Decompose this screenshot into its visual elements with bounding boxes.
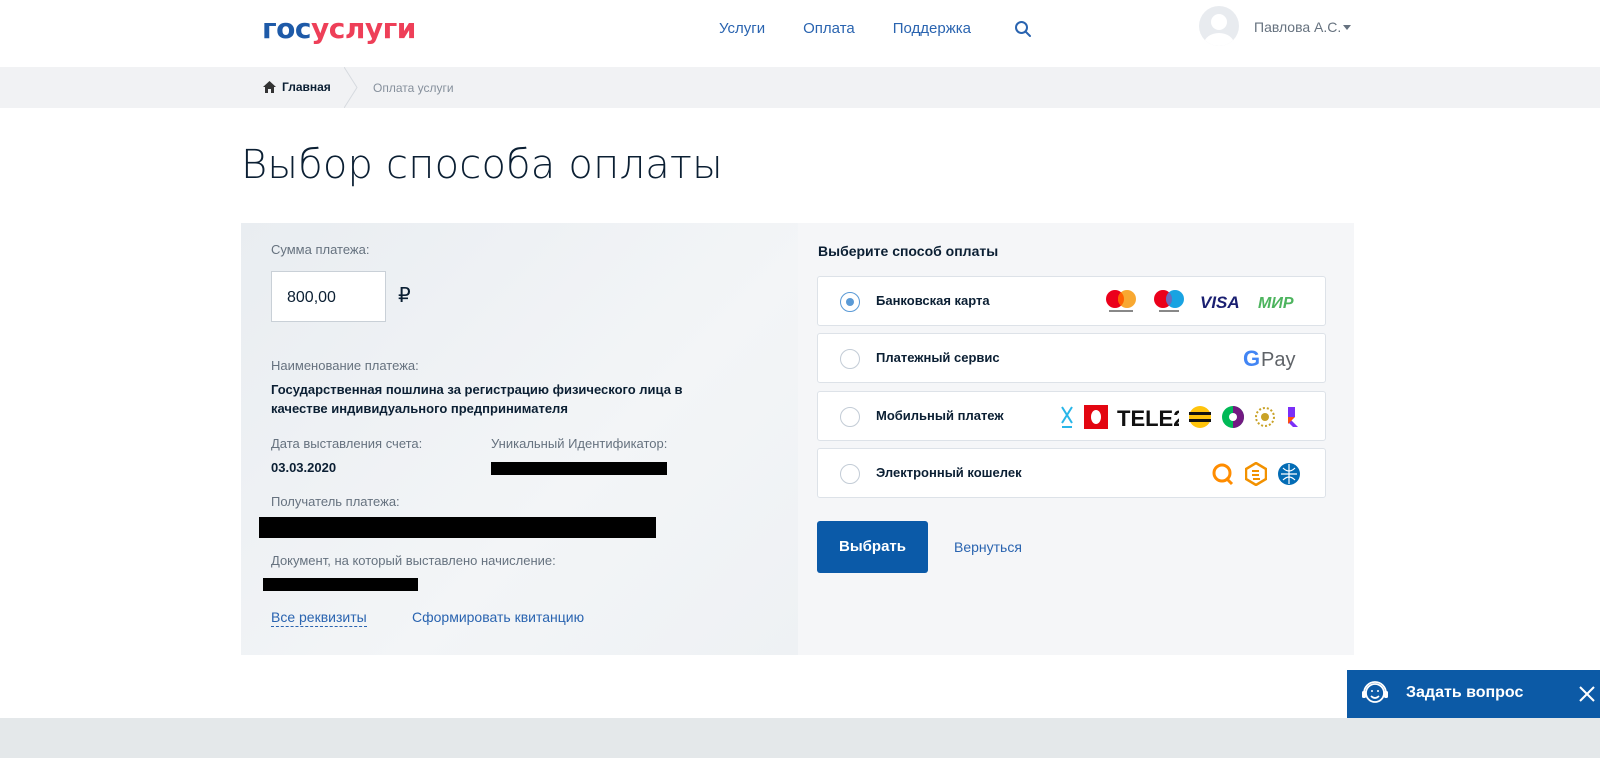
uid-redacted — [491, 462, 667, 475]
svg-text:G: G — [1243, 346, 1260, 371]
radio-bank-card[interactable] — [840, 292, 860, 312]
document-label: Документ, на который выставлено начислен… — [271, 553, 556, 568]
ask-question-widget[interactable]: Задать вопрос — [1347, 670, 1600, 718]
recipient-redacted — [259, 517, 656, 538]
visa-icon: VISA — [1200, 293, 1240, 312]
option-label: Мобильный платеж — [876, 408, 1004, 423]
logo-part-gos: гос — [262, 12, 311, 45]
logo-part-uslugi: услуги — [310, 12, 416, 45]
ruble-sign: ₽ — [398, 285, 411, 307]
payment-name-label: Наименование платежа: — [271, 358, 419, 373]
gpay-logo: G Pay — [1243, 344, 1301, 374]
megafon-icon — [1222, 406, 1244, 428]
invoice-date-label: Дата выставления счета: — [271, 436, 423, 451]
option-mobile-payment[interactable]: Мобильный платеж TELE2 — [817, 391, 1326, 441]
maestro-icon — [1154, 290, 1184, 312]
mts-icon — [1084, 405, 1108, 429]
breadcrumb-separator — [344, 67, 358, 108]
avatar-placeholder-icon — [1204, 14, 1234, 46]
site-header: госуслуги Услуги Оплата Поддержка Павлов… — [0, 0, 1600, 67]
svg-text:VISA: VISA — [1200, 293, 1240, 312]
google-pay-icon: G Pay — [1243, 346, 1295, 371]
breadcrumb-home[interactable]: Главная — [263, 80, 331, 94]
radio-e-wallet[interactable] — [840, 464, 860, 484]
breadcrumb: Главная Оплата услуги — [0, 67, 1600, 108]
radio-payment-service[interactable] — [840, 349, 860, 369]
main-nav: Услуги Оплата Поддержка — [719, 20, 1009, 37]
form-receipt-link[interactable]: Сформировать квитанцию — [412, 609, 584, 625]
yota-icon — [1061, 406, 1073, 428]
svg-text:Pay: Pay — [1261, 349, 1295, 371]
tele2-icon: TELE2 — [1117, 406, 1179, 429]
rostelecom-icon — [1288, 407, 1298, 427]
option-bank-card[interactable]: Банковская карта VISA МИР — [817, 276, 1326, 326]
webmoney-icon — [1278, 463, 1300, 485]
back-link[interactable]: Вернуться — [954, 539, 1022, 555]
svg-text:TELE2: TELE2 — [1117, 406, 1179, 429]
close-icon[interactable] — [1578, 685, 1596, 703]
mastercard-icon — [1106, 290, 1136, 312]
footer-band — [0, 718, 1600, 758]
option-label: Электронный кошелек — [876, 465, 1022, 480]
nav-services[interactable]: Услуги — [719, 20, 765, 37]
chevron-down-icon[interactable] — [1343, 25, 1351, 30]
card-logos: VISA МИР — [1103, 287, 1301, 317]
tinkoff-mobile-icon — [1255, 407, 1275, 427]
e-wallet-logos — [1211, 459, 1301, 489]
page-title: Выбор способа оплаты — [241, 142, 723, 188]
beeline-icon — [1189, 406, 1211, 428]
yandex-money-icon — [1245, 462, 1267, 486]
support-agent-icon — [1362, 681, 1388, 703]
option-e-wallet[interactable]: Электронный кошелек — [817, 448, 1326, 498]
payment-name-value: Государственная пошлина за регистрацию ф… — [271, 382, 683, 416]
radio-mobile-payment[interactable] — [840, 407, 860, 427]
amount-field: 800,00 — [271, 271, 386, 322]
option-label: Платежный сервис — [876, 350, 1000, 365]
search-icon[interactable] — [1014, 20, 1032, 38]
breadcrumb-current: Оплата услуги — [373, 81, 454, 95]
home-icon — [263, 81, 276, 93]
mobile-operator-logos: TELE2 — [1059, 402, 1301, 432]
all-details-link[interactable]: Все реквизиты — [271, 609, 367, 627]
uid-label: Уникальный Идентификатор: — [491, 436, 668, 451]
nav-payment[interactable]: Оплата — [803, 20, 855, 37]
nav-support[interactable]: Поддержка — [893, 20, 971, 37]
ask-question-label: Задать вопрос — [1406, 684, 1524, 701]
user-avatar[interactable] — [1199, 6, 1239, 46]
amount-label: Сумма платежа: — [271, 242, 370, 257]
payment-methods-title: Выберите способ оплаты — [818, 243, 999, 259]
mir-icon: МИР — [1258, 295, 1294, 312]
svg-text:МИР: МИР — [1258, 295, 1294, 312]
qiwi-icon — [1212, 463, 1234, 486]
option-label: Банковская карта — [876, 293, 990, 308]
breadcrumb-home-label: Главная — [282, 80, 331, 94]
option-payment-service[interactable]: Платежный сервис G Pay — [817, 333, 1326, 383]
gosuslugi-logo[interactable]: госуслуги — [262, 12, 416, 45]
choose-button[interactable]: Выбрать — [817, 521, 928, 573]
recipient-label: Получатель платежа: — [271, 494, 400, 509]
user-name[interactable]: Павлова А.С. — [1254, 19, 1341, 35]
document-redacted — [263, 578, 418, 591]
invoice-date-value: 03.03.2020 — [271, 460, 337, 475]
